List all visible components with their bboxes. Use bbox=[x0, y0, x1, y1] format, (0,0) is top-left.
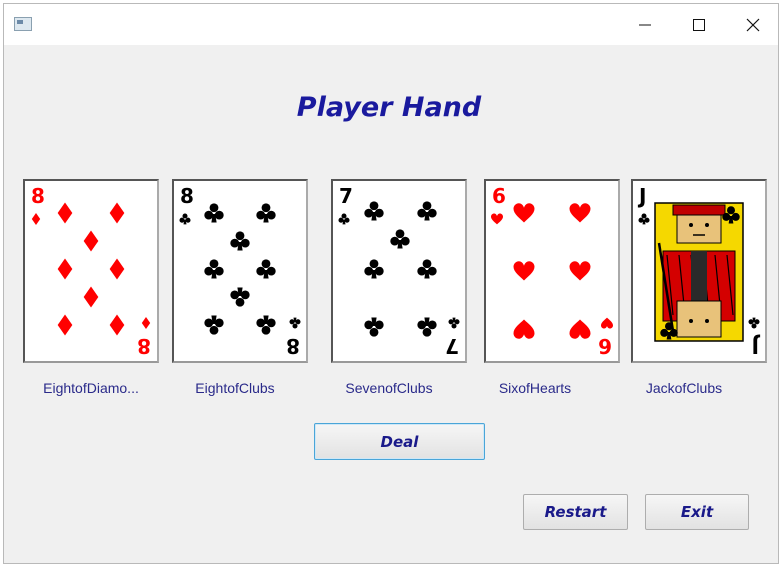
club-pip-icon bbox=[289, 317, 301, 329]
card-rank: 8 bbox=[180, 184, 194, 208]
diamond-pip-icon bbox=[57, 202, 73, 224]
card-jack-of-clubs[interactable]: JJ bbox=[631, 179, 767, 363]
club-pip-icon bbox=[256, 203, 276, 223]
diamond-pip-icon bbox=[31, 213, 41, 225]
heart-pip-icon bbox=[513, 261, 535, 281]
minimize-button[interactable] bbox=[619, 4, 671, 45]
jack-face-icon bbox=[654, 202, 744, 342]
club-pip-icon bbox=[748, 317, 760, 329]
diamond-pip-icon bbox=[57, 314, 73, 336]
app-icon bbox=[14, 17, 32, 31]
club-pip-icon bbox=[364, 317, 384, 337]
deal-button[interactable]: Deal bbox=[314, 423, 485, 460]
club-pip-icon bbox=[256, 315, 276, 335]
diamond-pip-icon bbox=[57, 258, 73, 280]
club-pip-icon bbox=[230, 287, 250, 307]
club-pip-icon bbox=[204, 315, 224, 335]
card-rank: 8 bbox=[31, 184, 45, 208]
club-pip-icon bbox=[417, 317, 437, 337]
diamond-pip-icon bbox=[83, 230, 99, 252]
card-six-of-hearts[interactable]: 66 bbox=[484, 179, 620, 363]
club-pip-icon bbox=[256, 259, 276, 279]
card-rank: 7 bbox=[445, 334, 459, 358]
diamond-pip-icon bbox=[109, 258, 125, 280]
card-label: EightofDiamo... bbox=[43, 380, 139, 396]
diamond-pip-icon bbox=[109, 202, 125, 224]
app-window: Player Hand 88 88 77 66 JJ EightofDiamo.… bbox=[3, 3, 779, 564]
minimize-icon bbox=[639, 24, 651, 25]
diamond-pip-icon bbox=[109, 314, 125, 336]
close-icon bbox=[746, 18, 760, 31]
heart-pip-icon bbox=[569, 319, 591, 339]
heart-pip-icon bbox=[513, 319, 535, 339]
card-eight-of-clubs[interactable]: 88 bbox=[172, 179, 308, 363]
card-rank: 6 bbox=[598, 334, 612, 358]
club-pip-icon bbox=[417, 259, 437, 279]
heart-pip-icon bbox=[513, 203, 535, 223]
card-rank: J bbox=[637, 184, 646, 208]
club-pip-icon bbox=[364, 259, 384, 279]
title-bar bbox=[4, 4, 778, 45]
club-pip-icon bbox=[338, 213, 350, 225]
club-pip-icon bbox=[364, 201, 384, 221]
card-label: EightofClubs bbox=[195, 380, 275, 396]
club-pip-icon bbox=[179, 213, 191, 225]
club-pip-icon bbox=[448, 317, 460, 329]
page-title: Player Hand bbox=[296, 92, 482, 123]
heart-pip-icon bbox=[569, 261, 591, 281]
card-rank: 8 bbox=[286, 334, 300, 358]
diamond-pip-icon bbox=[141, 317, 151, 329]
card-seven-of-clubs[interactable]: 77 bbox=[331, 179, 467, 363]
restart-button[interactable]: Restart bbox=[523, 494, 628, 530]
club-pip-icon bbox=[417, 201, 437, 221]
maximize-button[interactable] bbox=[673, 4, 725, 45]
heart-pip-icon bbox=[491, 213, 503, 225]
club-pip-icon bbox=[204, 259, 224, 279]
exit-button[interactable]: Exit bbox=[645, 494, 749, 530]
card-rank: 6 bbox=[492, 184, 506, 208]
card-eight-of-diamonds[interactable]: 88 bbox=[23, 179, 159, 363]
club-pip-icon bbox=[204, 203, 224, 223]
card-rank: 8 bbox=[137, 334, 151, 358]
card-rank: 7 bbox=[339, 184, 353, 208]
diamond-pip-icon bbox=[83, 286, 99, 308]
heart-pip-icon bbox=[601, 317, 613, 329]
heart-pip-icon bbox=[569, 203, 591, 223]
close-button[interactable] bbox=[727, 4, 779, 45]
card-label: SevenofClubs bbox=[345, 380, 433, 396]
maximize-icon bbox=[693, 18, 705, 31]
card-rank: J bbox=[752, 334, 761, 358]
club-pip-icon bbox=[638, 213, 650, 225]
card-label: SixofHearts bbox=[498, 380, 572, 396]
card-label: JackofClubs bbox=[645, 380, 723, 396]
club-pip-icon bbox=[390, 229, 410, 249]
club-pip-icon bbox=[230, 231, 250, 251]
